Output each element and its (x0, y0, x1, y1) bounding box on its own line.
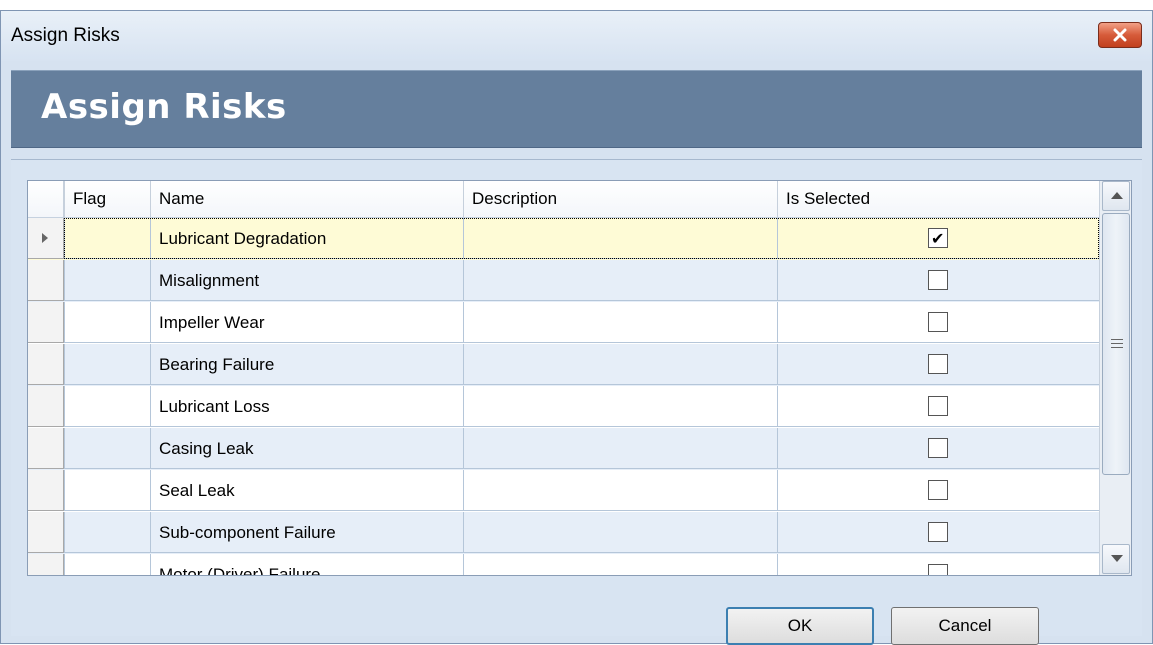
description-cell[interactable] (463, 302, 777, 343)
row-selector[interactable] (28, 512, 64, 553)
content-panel: Flag Name Description Is Selected Lubric… (11, 159, 1142, 645)
name-cell[interactable]: Motor (Driver) Failure (150, 554, 463, 575)
scroll-up-button[interactable] (1102, 181, 1130, 211)
ok-button[interactable]: OK (726, 607, 874, 645)
description-cell[interactable] (463, 260, 777, 301)
is-selected-checkbox[interactable] (928, 438, 948, 458)
column-header-description[interactable]: Description (463, 181, 777, 217)
is-selected-cell (777, 470, 1099, 511)
title-bar[interactable]: Assign Risks (1, 11, 1152, 61)
is-selected-checkbox[interactable] (928, 312, 948, 332)
description-cell[interactable] (463, 554, 777, 575)
flag-cell[interactable] (64, 554, 150, 575)
is-selected-cell (777, 554, 1099, 575)
description-cell[interactable] (463, 386, 777, 427)
is-selected-checkbox[interactable] (928, 354, 948, 374)
row-selector[interactable] (28, 470, 64, 511)
is-selected-checkbox[interactable] (928, 480, 948, 500)
scroll-down-icon (1111, 555, 1123, 562)
is-selected-cell (777, 260, 1099, 301)
row-selector[interactable] (28, 302, 64, 343)
column-header-flag[interactable]: Flag (64, 181, 150, 217)
is-selected-cell (777, 386, 1099, 427)
scroll-down-button[interactable] (1102, 544, 1130, 574)
table-row[interactable]: Casing Leak (28, 428, 1099, 470)
name-cell[interactable]: Lubricant Loss (150, 386, 463, 427)
row-selector[interactable] (28, 554, 64, 575)
window-title: Assign Risks (11, 25, 120, 46)
close-icon (1113, 28, 1127, 42)
name-cell[interactable]: Impeller Wear (150, 302, 463, 343)
grid-header: Flag Name Description Is Selected (28, 181, 1099, 218)
flag-cell[interactable] (64, 344, 150, 385)
is-selected-checkbox[interactable] (928, 270, 948, 290)
table-row[interactable]: Misalignment (28, 260, 1099, 302)
vertical-scrollbar[interactable] (1099, 181, 1131, 575)
name-cell[interactable]: Lubricant Degradation (150, 218, 463, 259)
flag-cell[interactable] (64, 218, 150, 259)
is-selected-cell (777, 512, 1099, 553)
row-selector-header (28, 181, 64, 217)
is-selected-cell (777, 428, 1099, 469)
description-cell[interactable] (463, 344, 777, 385)
is-selected-checkbox[interactable] (928, 218, 948, 259)
description-cell[interactable] (463, 512, 777, 553)
is-selected-cell (777, 302, 1099, 343)
scroll-up-icon (1111, 192, 1123, 199)
is-selected-checkbox[interactable] (928, 396, 948, 416)
is-selected-checkbox[interactable] (928, 522, 948, 542)
name-cell[interactable]: Misalignment (150, 260, 463, 301)
row-selector[interactable] (28, 428, 64, 469)
description-cell[interactable] (463, 470, 777, 511)
close-button[interactable] (1098, 22, 1142, 48)
table-row[interactable]: Seal Leak (28, 470, 1099, 512)
flag-cell[interactable] (64, 386, 150, 427)
scroll-thumb[interactable] (1102, 213, 1130, 475)
is-selected-cell (777, 218, 1099, 259)
column-header-is-selected[interactable]: Is Selected (777, 181, 1099, 217)
table-row[interactable]: Motor (Driver) Failure (28, 554, 1099, 575)
table-row[interactable]: Bearing Failure (28, 344, 1099, 386)
cancel-button[interactable]: Cancel (891, 607, 1039, 645)
name-cell[interactable]: Casing Leak (150, 428, 463, 469)
row-selector[interactable] (28, 386, 64, 427)
is-selected-cell (777, 344, 1099, 385)
name-cell[interactable]: Sub-component Failure (150, 512, 463, 553)
row-selector[interactable] (28, 218, 64, 259)
assign-risks-dialog: Assign Risks Assign Risks Flag Name Desc… (0, 10, 1153, 645)
row-selector[interactable] (28, 344, 64, 385)
description-cell[interactable] (463, 218, 777, 259)
table-row[interactable]: Impeller Wear (28, 302, 1099, 344)
header-banner: Assign Risks (11, 70, 1142, 148)
page-title: Assign Risks (41, 87, 287, 127)
flag-cell[interactable] (64, 428, 150, 469)
grip-icon (1111, 339, 1123, 348)
column-header-name[interactable]: Name (150, 181, 463, 217)
flag-cell[interactable] (64, 470, 150, 511)
flag-cell[interactable] (64, 512, 150, 553)
description-cell[interactable] (463, 428, 777, 469)
table-row[interactable]: Lubricant Loss (28, 386, 1099, 428)
flag-cell[interactable] (64, 260, 150, 301)
name-cell[interactable]: Bearing Failure (150, 344, 463, 385)
flag-cell[interactable] (64, 302, 150, 343)
table-row[interactable]: Lubricant Degradation (28, 218, 1099, 260)
risks-grid: Flag Name Description Is Selected Lubric… (27, 180, 1132, 576)
table-row[interactable]: Sub-component Failure (28, 512, 1099, 554)
is-selected-checkbox[interactable] (928, 564, 948, 575)
row-selector[interactable] (28, 260, 64, 301)
current-row-arrow-icon (42, 233, 48, 243)
name-cell[interactable]: Seal Leak (150, 470, 463, 511)
